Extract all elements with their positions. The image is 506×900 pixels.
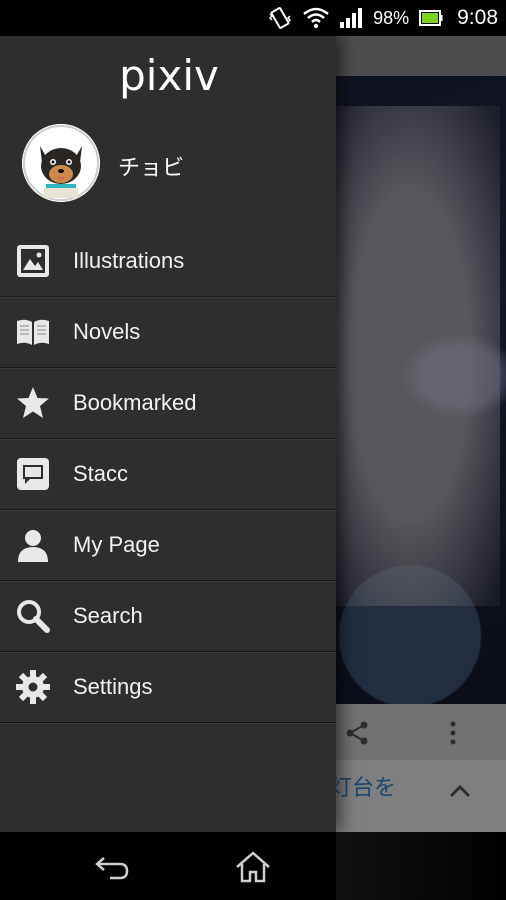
clock: 9:08: [457, 6, 498, 29]
menu-item-novels[interactable]: Novels: [0, 297, 336, 368]
svg-text:pixiv: pixiv: [119, 52, 219, 100]
signal-icon: [339, 7, 363, 29]
menu-item-bookmarked[interactable]: Bookmarked: [0, 368, 336, 439]
menu-label-stacc: Stacc: [73, 461, 129, 486]
avatar[interactable]: [22, 124, 100, 202]
book-icon: [15, 314, 51, 350]
search-icon: [15, 598, 51, 634]
navigation-drawer: pixiv チョビ Illustrations Novels Bookmarke…: [0, 36, 336, 832]
pixiv-logo: pixiv: [104, 51, 234, 102]
battery-percent: 98%: [373, 7, 410, 28]
menu-item-my-page[interactable]: My Page: [0, 510, 336, 581]
username: チョビ: [118, 155, 185, 180]
chat-icon: [15, 456, 51, 492]
menu-label-illustrations: Illustrations: [73, 248, 185, 273]
menu-label-search: Search: [73, 603, 143, 628]
person-icon: [15, 527, 51, 563]
status-bar: 98% 9:08: [0, 0, 506, 36]
menu-label-bookmarked: Bookmarked: [73, 390, 197, 415]
menu-item-search[interactable]: Search: [0, 581, 336, 652]
menu-item-illustrations[interactable]: Illustrations: [0, 226, 336, 297]
menu-item-stacc[interactable]: Stacc: [0, 439, 336, 510]
back-icon[interactable]: [92, 852, 132, 887]
star-icon: [15, 385, 51, 421]
drawer-menu: Illustrations Novels Bookmarked Stacc My…: [0, 226, 336, 723]
vibrate-icon: [267, 5, 293, 31]
wifi-icon: [303, 7, 329, 29]
menu-label-settings: Settings: [73, 674, 153, 699]
home-icon[interactable]: [234, 850, 272, 889]
nav-bar-shade: [336, 832, 506, 900]
battery-icon: [419, 8, 443, 28]
gear-icon: [15, 669, 51, 705]
menu-label-my-page: My Page: [73, 532, 160, 557]
menu-label-novels: Novels: [73, 319, 141, 344]
menu-item-settings[interactable]: Settings: [0, 652, 336, 723]
image-icon: [15, 243, 51, 279]
user-profile[interactable]: チョビ: [0, 122, 336, 212]
